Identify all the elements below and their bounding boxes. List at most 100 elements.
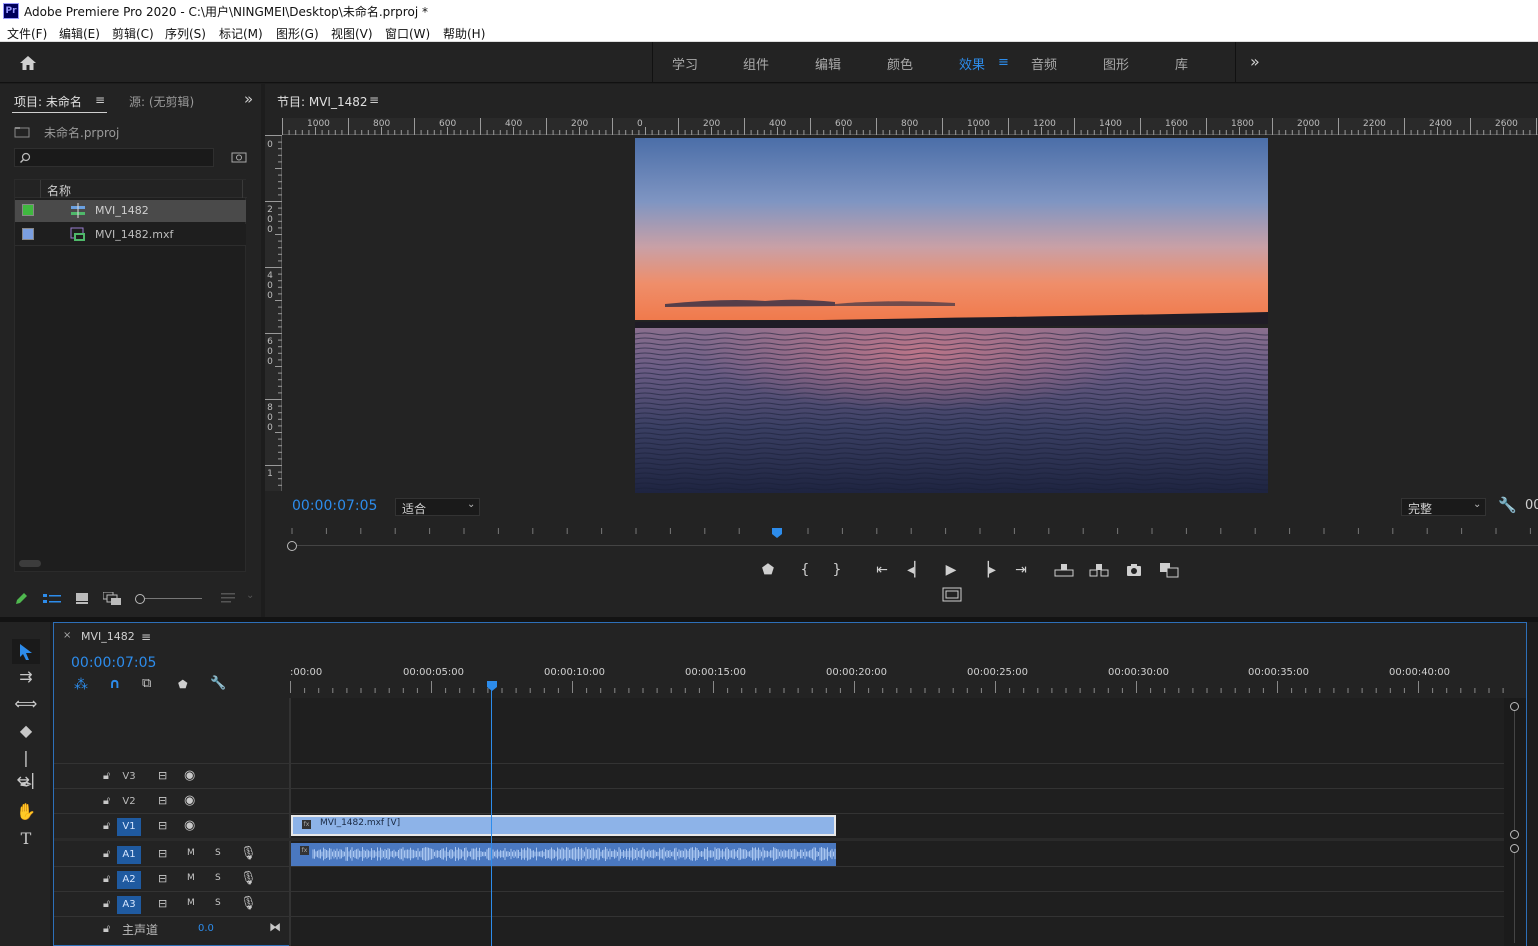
lift-icon[interactable]	[1054, 562, 1074, 578]
selection-tool-icon[interactable]	[18, 643, 34, 661]
tab-project[interactable]: 项目: 未命名	[14, 93, 82, 110]
sync-lock-icon[interactable]: ⊟	[158, 897, 167, 910]
workspace-audio[interactable]: 音频	[1031, 54, 1057, 73]
close-icon[interactable]: ×	[63, 630, 71, 641]
video-clip[interactable]: fx MVI_1482.mxf [V]	[291, 815, 836, 836]
horizontal-scrollbar[interactable]	[19, 560, 41, 567]
zoom-slider-track[interactable]	[145, 598, 202, 599]
playhead-marker[interactable]	[486, 680, 498, 692]
menu-edit[interactable]: 编辑(E)	[59, 25, 100, 42]
add-marker-icon[interactable]: ⬟	[758, 561, 778, 579]
extract-icon[interactable]	[1089, 562, 1109, 578]
menu-help[interactable]: 帮助(H)	[443, 25, 485, 42]
track-select-tool-icon[interactable]: ⇉	[14, 666, 38, 688]
icon-view-icon[interactable]	[76, 593, 88, 604]
workspace-learn[interactable]: 学习	[672, 54, 698, 73]
menu-marker[interactable]: 标记(M)	[219, 25, 263, 42]
mute-button[interactable]: M	[187, 873, 195, 883]
tab-source[interactable]: 源: (无剪辑)	[129, 93, 194, 110]
mute-button[interactable]: M	[187, 898, 195, 908]
step-forward-icon[interactable]: ▕▸	[977, 561, 997, 579]
track-name[interactable]: V2	[117, 793, 141, 811]
menu-sequence[interactable]: 序列(S)	[165, 25, 206, 42]
lock-icon[interactable]: 🔓︎	[103, 769, 110, 783]
menu-window[interactable]: 窗口(W)	[385, 25, 430, 42]
timeline-settings-wrench-icon[interactable]: 🔧	[210, 676, 226, 691]
camera-icon[interactable]	[1126, 563, 1142, 577]
panel-menu-icon[interactable]: ≡	[95, 93, 105, 107]
solo-button[interactable]: S	[215, 873, 221, 883]
freeform-view-icon[interactable]	[103, 592, 121, 605]
workspace-graphics[interactable]: 图形	[1103, 54, 1129, 73]
search-input[interactable]	[14, 148, 214, 167]
step-back-icon[interactable]: ◂▏	[906, 561, 926, 579]
sort-icon[interactable]	[221, 592, 235, 604]
tab-program[interactable]: 节目: MVI_1482	[277, 93, 368, 110]
solo-button[interactable]: S	[215, 898, 221, 908]
time-ruler[interactable]	[285, 524, 1538, 554]
mute-button[interactable]: M	[187, 848, 195, 858]
playhead-marker[interactable]	[771, 527, 783, 539]
track-name[interactable]: A2	[117, 871, 141, 889]
tab-sequence[interactable]: MVI_1482	[81, 630, 135, 643]
pencil-icon[interactable]	[14, 592, 28, 606]
comparison-view-icon[interactable]	[1159, 562, 1179, 578]
hand-tool-icon[interactable]: ✋	[14, 801, 38, 823]
microphone-icon[interactable]: 🎙︎	[240, 846, 257, 861]
sync-lock-icon[interactable]: ⊟	[158, 872, 167, 885]
label-color-swatch[interactable]	[22, 204, 34, 216]
zoom-slider-handle[interactable]	[135, 594, 145, 604]
linked-selection-icon[interactable]: ⧉	[142, 676, 151, 691]
label-color-swatch[interactable]	[22, 228, 34, 240]
track-name[interactable]: V1	[117, 818, 141, 836]
safe-margins-icon[interactable]	[942, 587, 962, 603]
timeline-time-ruler[interactable]	[290, 681, 1504, 695]
settings-wrench-icon[interactable]: 🔧	[1498, 496, 1517, 514]
go-to-out-icon[interactable]: ⇥	[1011, 561, 1031, 579]
workspace-effects[interactable]: 效果	[959, 54, 985, 73]
type-tool-icon[interactable]: T	[14, 828, 38, 850]
new-search-bin-icon[interactable]	[231, 151, 247, 164]
go-to-in-icon[interactable]: ⇤	[872, 561, 892, 579]
lock-icon[interactable]: 🔓︎	[103, 847, 110, 861]
sync-lock-icon[interactable]: ⊟	[158, 819, 167, 832]
quality-dropdown[interactable]: 完整 ⌄	[1401, 498, 1486, 516]
scroll-handle[interactable]	[1510, 702, 1519, 711]
eye-icon[interactable]: ◉	[184, 768, 195, 783]
workspace-editing[interactable]: 编辑	[815, 54, 841, 73]
microphone-icon[interactable]: 🎙︎	[240, 896, 257, 911]
menu-file[interactable]: 文件(F)	[7, 25, 47, 42]
track-name[interactable]: A1	[117, 846, 141, 864]
menu-view[interactable]: 视图(V)	[331, 25, 373, 42]
panel-menu-icon[interactable]: ≡	[141, 630, 151, 644]
mark-out-icon[interactable]: }	[827, 561, 847, 579]
timeline-timecode[interactable]: 00:00:07:05	[71, 655, 156, 671]
workspace-assembly[interactable]: 组件	[743, 54, 769, 73]
lock-icon[interactable]: 🔓︎	[103, 897, 110, 911]
nest-toggle-icon[interactable]: ⁂	[74, 677, 88, 693]
lock-icon[interactable]: 🔓︎	[103, 794, 110, 808]
list-item[interactable]: MVI_1482	[15, 200, 246, 222]
eye-icon[interactable]: ◉	[184, 793, 195, 808]
list-item[interactable]: MVI_1482.mxf	[15, 224, 246, 246]
eye-icon[interactable]: ◉	[184, 818, 195, 833]
workspace-overflow-icon[interactable]: »	[1250, 52, 1260, 71]
track-name[interactable]: V3	[117, 768, 141, 786]
column-name-header[interactable]: 名称	[47, 182, 71, 199]
add-marker-icon[interactable]: ⬟	[178, 678, 188, 691]
lock-icon[interactable]: 🔓︎	[103, 819, 110, 833]
sync-lock-icon[interactable]: ⊟	[158, 794, 167, 807]
track-name[interactable]: A3	[117, 896, 141, 914]
sync-lock-icon[interactable]: ⊟	[158, 847, 167, 860]
snap-magnet-icon[interactable]: ∩	[109, 676, 120, 692]
audio-clip[interactable]: fx	[291, 843, 836, 866]
chevron-down-icon[interactable]: ⌄	[246, 590, 254, 601]
fit-dropdown[interactable]: 适合 ⌄	[395, 498, 480, 516]
vertical-scrollbar[interactable]	[1504, 698, 1526, 946]
workspace-menu-icon[interactable]: ≡	[998, 55, 1009, 70]
list-view-icon[interactable]	[43, 593, 61, 605]
pen-tool-icon[interactable]: ✒	[14, 774, 38, 796]
razor-tool-icon[interactable]: ◆	[14, 720, 38, 742]
ripple-edit-tool-icon[interactable]: ⟺	[14, 693, 38, 715]
playhead-line[interactable]	[491, 685, 492, 946]
